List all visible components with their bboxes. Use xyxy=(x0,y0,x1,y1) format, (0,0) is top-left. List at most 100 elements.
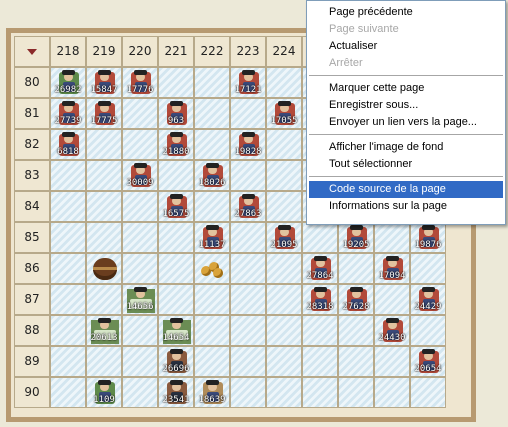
corner-sort-cell[interactable] xyxy=(14,36,50,67)
unit-token[interactable]: 11137 xyxy=(197,225,227,250)
map-cell[interactable]: 27863 xyxy=(230,191,266,222)
map-cell[interactable]: 20613 xyxy=(86,315,122,346)
unit-token[interactable]: 21880 xyxy=(161,132,191,157)
map-cell[interactable]: 27739 xyxy=(50,98,86,129)
map-cell[interactable]: 28318 xyxy=(302,284,338,315)
menu-item[interactable]: Afficher l'image de fond xyxy=(309,139,503,156)
map-cell[interactable]: 14656 xyxy=(122,284,158,315)
map-cell[interactable] xyxy=(86,253,122,284)
unit-token[interactable]: 17775 xyxy=(89,101,119,126)
map-cell[interactable] xyxy=(230,346,266,377)
menu-item[interactable]: Page précédente xyxy=(309,4,503,21)
map-cell[interactable] xyxy=(50,315,86,346)
map-cell[interactable]: 18639 xyxy=(194,377,230,408)
unit-token[interactable]: 28318 xyxy=(305,287,335,312)
map-cell[interactable] xyxy=(230,98,266,129)
map-cell[interactable]: 21880 xyxy=(158,129,194,160)
map-cell[interactable] xyxy=(194,315,230,346)
map-cell[interactable] xyxy=(266,67,302,98)
map-cell[interactable] xyxy=(266,346,302,377)
map-cell[interactable]: 17055 xyxy=(266,98,302,129)
map-cell[interactable] xyxy=(338,377,374,408)
map-cell[interactable]: 19205 xyxy=(338,222,374,253)
map-cell[interactable] xyxy=(86,129,122,160)
map-cell[interactable]: 18026 xyxy=(194,160,230,191)
map-cell[interactable] xyxy=(122,98,158,129)
map-cell[interactable] xyxy=(230,315,266,346)
menu-item[interactable]: Enregistrer sous... xyxy=(309,97,503,114)
map-cell[interactable] xyxy=(122,253,158,284)
map-cell[interactable]: 27628 xyxy=(338,284,374,315)
map-cell[interactable] xyxy=(302,222,338,253)
map-cell[interactable] xyxy=(158,160,194,191)
menu-item[interactable]: Marquer cette page xyxy=(309,80,503,97)
map-cell[interactable] xyxy=(158,284,194,315)
map-cell[interactable]: 24430 xyxy=(374,315,410,346)
unit-token[interactable]: 27739 xyxy=(53,101,83,126)
unit-token[interactable]: 17776 xyxy=(125,70,155,95)
unit-token[interactable]: 17055 xyxy=(269,101,299,126)
map-cell[interactable] xyxy=(194,98,230,129)
unit-token[interactable]: 6818 xyxy=(53,132,83,157)
map-cell[interactable] xyxy=(374,346,410,377)
unit-token[interactable]: 19828 xyxy=(233,132,263,157)
map-cell[interactable] xyxy=(194,284,230,315)
unit-token[interactable]: 19876 xyxy=(413,225,443,250)
map-cell[interactable]: 963 xyxy=(158,98,194,129)
map-cell[interactable] xyxy=(86,160,122,191)
gold-icon[interactable] xyxy=(201,260,225,278)
map-cell[interactable] xyxy=(86,191,122,222)
map-cell[interactable] xyxy=(410,377,446,408)
unit-token[interactable]: 21095 xyxy=(269,225,299,250)
map-cell[interactable] xyxy=(50,191,86,222)
unit-token[interactable]: 27864 xyxy=(305,256,335,281)
map-cell[interactable] xyxy=(302,377,338,408)
unit-token[interactable]: 27628 xyxy=(341,287,371,312)
unit-token[interactable]: 26982 xyxy=(53,70,83,95)
map-cell[interactable] xyxy=(122,346,158,377)
map-cell[interactable]: 17094 xyxy=(374,253,410,284)
sort-down-arrow-icon[interactable] xyxy=(27,48,37,55)
menu-item[interactable]: Envoyer un lien vers la page... xyxy=(309,114,503,131)
map-cell[interactable] xyxy=(230,160,266,191)
map-cell[interactable]: 17121 xyxy=(230,67,266,98)
map-cell[interactable]: 16575 xyxy=(158,191,194,222)
map-cell[interactable]: 26696 xyxy=(158,346,194,377)
map-cell[interactable] xyxy=(302,315,338,346)
map-cell[interactable] xyxy=(266,129,302,160)
map-cell[interactable] xyxy=(158,67,194,98)
map-cell[interactable]: 1109 xyxy=(86,377,122,408)
unit-token[interactable]: 16575 xyxy=(161,194,191,219)
map-cell[interactable] xyxy=(86,222,122,253)
map-cell[interactable] xyxy=(410,315,446,346)
map-cell[interactable] xyxy=(194,191,230,222)
unit-token[interactable]: 30009 xyxy=(125,163,155,188)
menu-item[interactable]: Code source de la page xyxy=(309,181,503,198)
unit-token[interactable]: 14656 xyxy=(125,287,155,313)
map-cell[interactable]: 21095 xyxy=(266,222,302,253)
map-cell[interactable] xyxy=(122,315,158,346)
barrel-icon[interactable] xyxy=(93,258,117,280)
unit-token[interactable]: 23541 xyxy=(161,380,191,405)
map-cell[interactable] xyxy=(266,191,302,222)
map-cell[interactable] xyxy=(50,346,86,377)
map-cell[interactable]: 20654 xyxy=(410,346,446,377)
map-cell[interactable] xyxy=(338,253,374,284)
map-cell[interactable] xyxy=(122,222,158,253)
unit-token[interactable]: 24430 xyxy=(377,318,407,343)
map-cell[interactable] xyxy=(230,253,266,284)
map-cell[interactable]: 26982 xyxy=(50,67,86,98)
map-cell[interactable] xyxy=(194,129,230,160)
map-cell[interactable] xyxy=(410,253,446,284)
map-cell[interactable] xyxy=(266,315,302,346)
map-cell[interactable]: 17776 xyxy=(122,67,158,98)
unit-token[interactable]: 18639 xyxy=(197,380,227,405)
map-cell[interactable] xyxy=(158,253,194,284)
map-cell[interactable] xyxy=(266,377,302,408)
unit-token[interactable]: 1109 xyxy=(89,380,119,405)
map-cell[interactable] xyxy=(374,377,410,408)
map-cell[interactable]: 19876 xyxy=(410,222,446,253)
map-cell[interactable]: 17775 xyxy=(86,98,122,129)
unit-token[interactable]: 17094 xyxy=(377,256,407,281)
map-cell[interactable] xyxy=(194,67,230,98)
